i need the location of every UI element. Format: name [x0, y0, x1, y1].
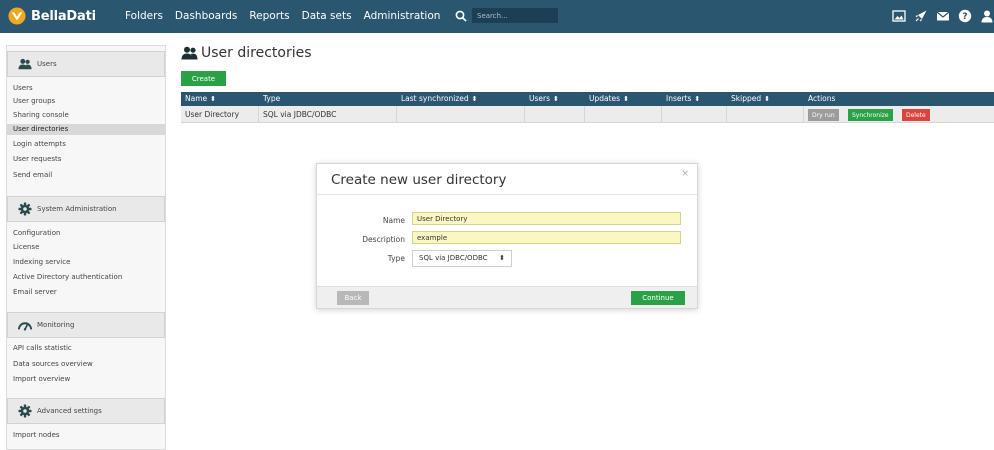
- search-icon[interactable]: [455, 10, 467, 22]
- users-icon: [18, 58, 32, 70]
- back-button[interactable]: Back: [337, 291, 369, 305]
- sidebar-section-title: Monitoring: [37, 321, 75, 329]
- description-label: Description: [362, 235, 405, 244]
- create-button[interactable]: Create: [181, 71, 226, 86]
- sidebar-item-indexing-service[interactable]: Indexing service: [7, 257, 165, 268]
- nav-folders[interactable]: Folders: [125, 10, 163, 22]
- sidebar-item-import-overview[interactable]: Import overview: [7, 374, 165, 385]
- gauge-icon: [18, 322, 32, 331]
- page-title: User directories: [201, 45, 312, 61]
- sort-icon: ⬍: [623, 95, 629, 103]
- sidebar-item-license[interactable]: License: [7, 242, 165, 253]
- sort-icon: ⬍: [471, 95, 478, 103]
- modal-title: Create new user directory: [331, 172, 507, 188]
- description-input[interactable]: [412, 231, 681, 244]
- main-nav: Folders Dashboards Reports Data sets Adm…: [125, 10, 452, 22]
- sidebar-item-data-sources-overview[interactable]: Data sources overview: [7, 359, 165, 370]
- create-user-directory-modal: Create new user directory × Name Descrip…: [316, 163, 698, 309]
- user-directories-table: Name ⬍ Type Last synchronized ⬍ Users ⬍ Upd…: [181, 92, 994, 123]
- gear-icon: [18, 404, 32, 418]
- image-icon[interactable]: [892, 9, 906, 23]
- mail-icon[interactable]: [936, 9, 950, 23]
- sidebar-section-users: Users: [7, 51, 165, 77]
- column-header-actions: Actions: [808, 94, 836, 103]
- modal-divider: [317, 194, 697, 195]
- type-label: Type: [387, 254, 405, 263]
- sidebar-item-user-groups[interactable]: User groups: [7, 96, 165, 107]
- sort-icon: ⬍: [694, 95, 701, 103]
- sidebar-item-active-directory-authentication[interactable]: Active Directory authentication: [7, 272, 165, 283]
- sidebar-section-title: Users: [37, 60, 57, 68]
- user-icon[interactable]: [980, 9, 994, 23]
- sidebar-item-sharing-console[interactable]: Sharing console: [7, 110, 165, 121]
- continue-button[interactable]: Continue: [631, 291, 685, 305]
- delete-button[interactable]: Delete: [902, 109, 930, 121]
- name-input[interactable]: [412, 212, 681, 225]
- cell-name[interactable]: User Directory: [181, 106, 259, 123]
- sidebar-section-monitoring: Monitoring: [7, 312, 165, 338]
- table-header: Name ⬍ Type Last synchronized ⬍ Users ⬍ Upd…: [181, 92, 994, 106]
- sidebar-section-system-administration: System Administration: [7, 196, 165, 222]
- belladati-logo-icon: [8, 7, 26, 25]
- sidebar-item-login-attempts[interactable]: Login attempts: [7, 139, 165, 150]
- gear-icon: [18, 202, 32, 216]
- table-row: User Directory SQL via JDBC/ODBC Dry run…: [181, 106, 994, 123]
- sidebar-item-user-directories[interactable]: User directories: [7, 124, 165, 135]
- nav-dashboards[interactable]: Dashboards: [175, 10, 237, 22]
- synchronize-button[interactable]: Synchronize: [848, 109, 893, 121]
- sidebar-section-title: System Administration: [37, 205, 117, 213]
- column-header-users[interactable]: Users ⬍: [525, 92, 585, 106]
- top-navbar: BellaDati Folders Dashboards Reports Dat…: [0, 0, 994, 33]
- modal-footer: Back Continue: [317, 286, 697, 308]
- page-header: User directories: [181, 45, 312, 61]
- svg-text:?: ?: [962, 12, 967, 22]
- nav-administration[interactable]: Administration: [364, 10, 441, 22]
- sidebar-item-send-email[interactable]: Send email: [7, 170, 165, 181]
- sidebar-item-email-server[interactable]: Email server: [7, 287, 165, 298]
- cell-inserts: [662, 106, 727, 123]
- column-header-skipped[interactable]: Skipped ⬍: [727, 92, 804, 106]
- sidebar-item-user-requests[interactable]: User requests: [7, 154, 165, 165]
- brand-name: BellaDati: [31, 8, 96, 24]
- admin-sidebar: Users Users User groups Sharing console …: [6, 45, 166, 450]
- rocket-icon[interactable]: [914, 9, 928, 23]
- cell-updates: [585, 106, 662, 123]
- name-label: Name: [382, 216, 405, 225]
- sidebar-section-title: Advanced settings: [37, 407, 102, 415]
- cell-type: SQL via JDBC/ODBC: [259, 106, 397, 123]
- type-select[interactable]: SQL via JDBC/ODBC ⬍: [412, 250, 512, 267]
- type-select-value: SQL via JDBC/ODBC: [419, 254, 488, 262]
- column-header-type: Type: [263, 94, 281, 103]
- sidebar-item-users[interactable]: Users: [7, 83, 165, 94]
- column-header-updates[interactable]: Updates ⬍: [585, 92, 662, 106]
- help-icon[interactable]: ?: [958, 9, 972, 23]
- select-arrows-icon: ⬍: [499, 254, 505, 262]
- users-icon: [181, 46, 198, 60]
- sidebar-section-advanced-settings: Advanced settings: [7, 398, 165, 424]
- top-icons: ?: [884, 9, 994, 23]
- column-header-name[interactable]: Name ⬍: [181, 92, 259, 106]
- nav-reports[interactable]: Reports: [249, 10, 289, 22]
- sort-icon: ⬍: [210, 95, 217, 103]
- sidebar-item-configuration[interactable]: Configuration: [7, 228, 165, 239]
- cell-last-synchronized: [397, 106, 525, 123]
- sort-icon: ⬍: [553, 95, 559, 103]
- sidebar-item-api-calls-statistic[interactable]: API calls statistic: [7, 343, 165, 354]
- dry-run-button[interactable]: Dry run: [808, 109, 839, 121]
- sidebar-item-import-nodes[interactable]: Import nodes: [7, 430, 165, 441]
- search-input[interactable]: [472, 8, 558, 23]
- cell-actions: Dry run Synchronize Delete: [804, 106, 994, 123]
- cell-skipped: [727, 106, 804, 123]
- sort-icon: ⬍: [764, 95, 770, 103]
- close-icon[interactable]: ×: [681, 169, 689, 179]
- column-header-last-synchronized[interactable]: Last synchronized ⬍: [397, 92, 525, 106]
- brand[interactable]: BellaDati: [8, 6, 96, 26]
- column-header-inserts[interactable]: Inserts ⬍: [662, 92, 727, 106]
- nav-data-sets[interactable]: Data sets: [302, 10, 352, 22]
- cell-users: [525, 106, 585, 123]
